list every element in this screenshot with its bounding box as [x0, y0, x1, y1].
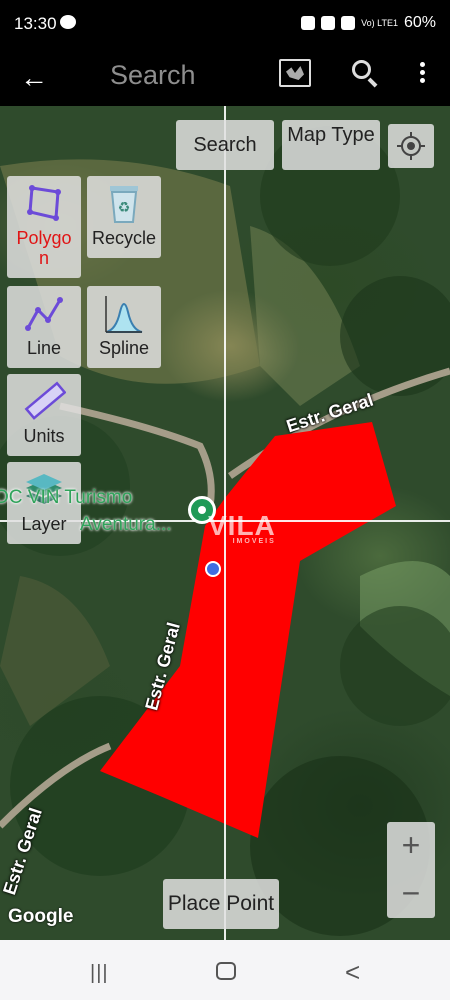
spline-tool-label: Spline: [98, 338, 150, 358]
arrow-back-icon[interactable]: ←: [20, 58, 56, 98]
polygon-tool-button[interactable]: Polygo n: [7, 176, 81, 278]
nav-back-button[interactable]: <: [345, 957, 360, 988]
wifi-icon: [341, 16, 356, 30]
poi-label[interactable]: Aventura...: [80, 514, 172, 536]
app-bar: ← Search: [0, 50, 450, 106]
zoom-in-button[interactable]: +: [387, 822, 435, 870]
polygon-icon: [27, 185, 61, 221]
more-vert-icon[interactable]: [416, 60, 428, 86]
home-icon[interactable]: [216, 962, 236, 980]
polyline-icon: [25, 297, 63, 331]
map-picture-icon[interactable]: [279, 59, 311, 87]
polygon-tool-label: Polygo n: [16, 228, 72, 268]
vila-watermark-logo: VILA IMOVEIS: [208, 510, 276, 545]
recycle-tool-label: Recycle: [91, 228, 157, 248]
place-point-button[interactable]: Place Point: [163, 879, 279, 929]
zoom-out-button[interactable]: −: [387, 870, 435, 918]
spline-tool-button[interactable]: Spline: [87, 286, 161, 368]
units-tool-button[interactable]: Units: [7, 374, 81, 456]
line-tool-label: Line: [26, 338, 62, 358]
location-icon: [321, 16, 336, 30]
recycle-tool-button[interactable]: ♻ Recycle: [87, 176, 161, 258]
map-view[interactable]: Search Map Type Polygo n ♻ Recycle Line …: [0, 106, 450, 940]
status-time: 13:30: [14, 14, 57, 33]
units-tool-label: Units: [23, 426, 65, 446]
line-tool-button[interactable]: Line: [7, 286, 81, 368]
bell-curve-icon: [105, 296, 143, 333]
status-icons: Vo) LTE1 60%: [301, 14, 436, 32]
alarm-icon: [301, 16, 316, 30]
status-bar: 13:30 Vo) LTE1 60%: [0, 0, 450, 50]
layer-tool-label: Layer: [21, 514, 67, 534]
poi-label[interactable]: OC VIN Turismo: [0, 487, 132, 509]
recycle-bin-icon: ♻: [110, 186, 138, 223]
map-type-button[interactable]: Map Type: [282, 120, 380, 170]
map-search-button[interactable]: Search: [176, 120, 274, 170]
battery-level: 60%: [403, 14, 436, 31]
system-nav-bar: ||| <: [0, 940, 450, 1000]
page-title[interactable]: Search: [110, 60, 196, 91]
network-label: Vo) LTE1: [361, 18, 398, 28]
watermark-text: VILA: [208, 510, 276, 541]
svg-text:♻: ♻: [118, 200, 131, 216]
ruler-icon: [24, 381, 66, 420]
google-logo: Google: [8, 906, 74, 927]
search-zoom-icon[interactable]: [350, 58, 380, 88]
zoom-control: + −: [387, 822, 435, 918]
chat-notification-icon: [60, 15, 76, 29]
recent-apps-button[interactable]: |||: [90, 962, 109, 985]
crosshair-target-icon[interactable]: [388, 124, 434, 168]
my-location-dot: [205, 561, 221, 577]
